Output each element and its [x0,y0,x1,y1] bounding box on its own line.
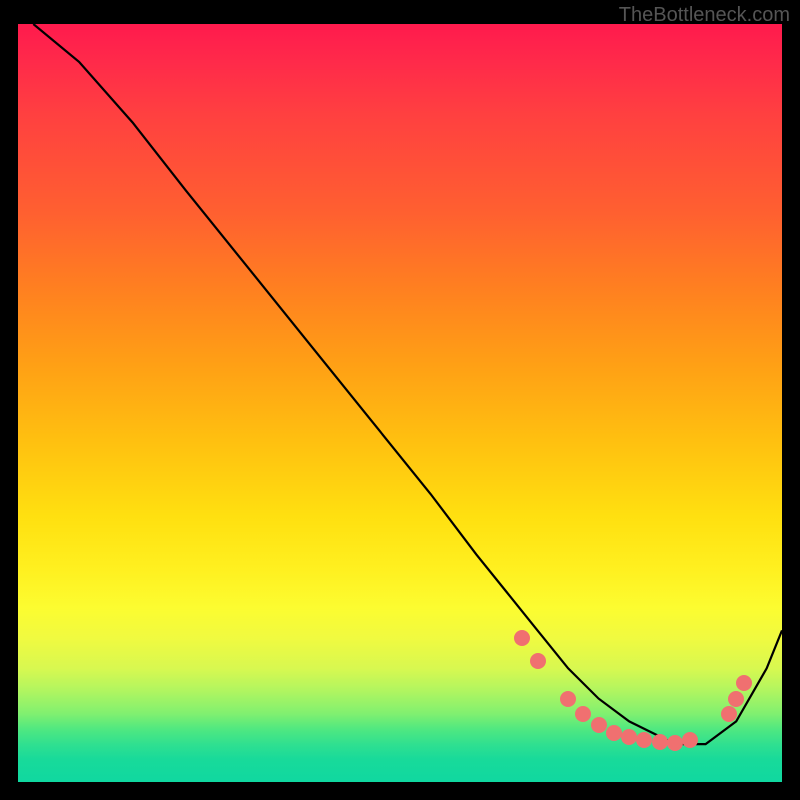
marker-dot [560,691,576,707]
marker-dot [736,675,752,691]
marker-dot [530,653,546,669]
watermark-text: TheBottleneck.com [619,4,790,27]
marker-dot [667,735,683,751]
plot-area [18,24,782,782]
marker-dot [636,732,652,748]
marker-dots [18,24,782,782]
marker-dot [682,732,698,748]
marker-dot [514,630,530,646]
marker-dot [652,734,668,750]
marker-dot [575,706,591,722]
marker-dot [728,691,744,707]
marker-dot [591,717,607,733]
marker-dot [621,729,637,745]
marker-dot [721,706,737,722]
marker-dot [606,725,622,741]
